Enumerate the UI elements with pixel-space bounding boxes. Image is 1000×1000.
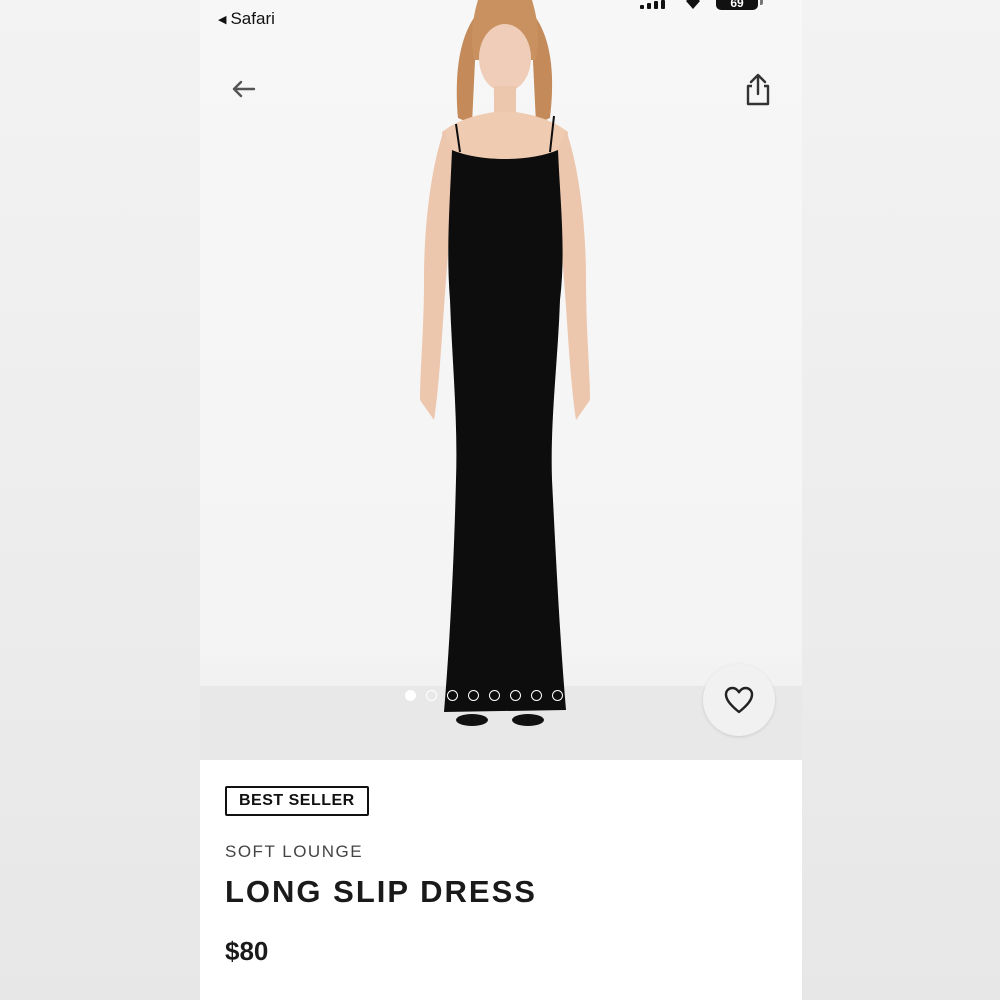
backdrop-right <box>802 0 1000 1000</box>
battery-level: 69 <box>730 0 744 10</box>
product-image-gallery[interactable] <box>200 0 802 760</box>
gallery-dot[interactable] <box>426 690 437 701</box>
gallery-dot[interactable] <box>468 690 479 701</box>
wifi-icon <box>686 0 700 9</box>
backdrop-left <box>0 0 200 1000</box>
product-info: BEST SELLER SOFT LOUNGE LONG SLIP DRESS … <box>200 760 802 1000</box>
gallery-dot[interactable] <box>489 690 500 701</box>
gallery-dot[interactable] <box>531 690 542 701</box>
product-price: $80 <box>225 936 269 966</box>
gallery-dot[interactable] <box>552 690 563 701</box>
gallery-pagination <box>405 690 563 701</box>
share-icon[interactable] <box>740 72 776 108</box>
favorite-button[interactable] <box>703 664 775 736</box>
signal-icon <box>640 0 665 9</box>
gallery-dot[interactable] <box>405 690 416 701</box>
arrow-left-icon[interactable] <box>228 74 258 104</box>
product-photo <box>420 0 590 726</box>
status-bar: ◀ Safari 69 <box>200 0 802 36</box>
back-to-app-link[interactable]: ◀ Safari <box>218 9 275 29</box>
heart-icon <box>724 686 754 714</box>
gallery-dot[interactable] <box>510 690 521 701</box>
best-seller-badge: BEST SELLER <box>225 786 369 816</box>
battery-tip <box>760 0 763 5</box>
battery-icon: 69 <box>716 0 758 10</box>
phone-screen: ◀ Safari 69 BEST SELLER SOFT LOUNGE LONG… <box>200 0 802 1000</box>
product-title: LONG SLIP DRESS <box>225 874 537 909</box>
gallery-dot[interactable] <box>447 690 458 701</box>
product-collection[interactable]: SOFT LOUNGE <box>225 842 363 862</box>
back-triangle-icon: ◀ <box>218 13 227 26</box>
back-app-label: Safari <box>230 9 275 28</box>
